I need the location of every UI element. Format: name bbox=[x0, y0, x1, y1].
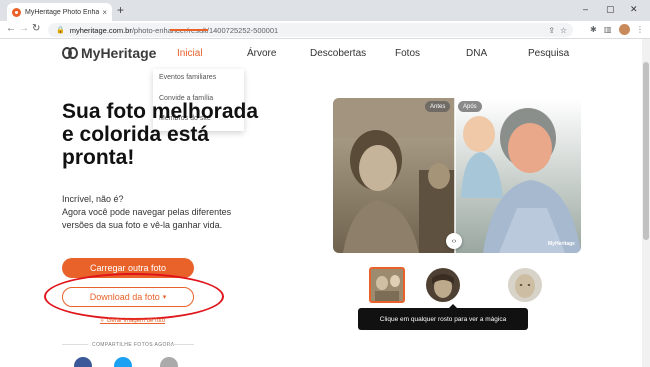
download-button-label: Download da foto bbox=[89, 292, 160, 302]
browser-tab-bar: MyHeritage Photo Enhancer, res × + – ▢ ✕ bbox=[0, 0, 650, 21]
extensions-puzzle-icon[interactable]: ✱ bbox=[590, 25, 597, 34]
full-photo-thumbnail-image bbox=[371, 269, 403, 301]
upload-another-photo-button[interactable]: Carregar outra foto bbox=[62, 258, 194, 278]
tab-title: MyHeritage Photo Enhancer, res bbox=[25, 8, 100, 16]
logo-text: MyHeritage bbox=[81, 45, 157, 61]
face-thumbnail-baby[interactable] bbox=[508, 268, 542, 302]
close-window-button[interactable]: ✕ bbox=[630, 4, 638, 15]
generate-image-link[interactable]: ⇩ Gerar imagem de foto bbox=[100, 317, 165, 324]
before-label: Antes bbox=[425, 101, 451, 112]
share-label: COMPARTILHE FOTOS AGORA bbox=[92, 342, 175, 348]
page-subtext: Incrível, não é? Agora você pode navegar… bbox=[62, 193, 262, 232]
forward-button[interactable]: → bbox=[19, 23, 29, 34]
page-scrollbar-thumb[interactable] bbox=[643, 62, 649, 240]
new-tab-button[interactable]: + bbox=[117, 3, 124, 17]
back-button[interactable]: ← bbox=[6, 23, 16, 34]
browser-menu-icon[interactable]: ⋮ bbox=[636, 25, 644, 34]
caret-down-icon: ▾ bbox=[162, 294, 167, 301]
site-header: MyHeritage Inicial Árvore Descobertas Fo… bbox=[0, 39, 650, 69]
maximize-button[interactable]: ▢ bbox=[606, 4, 615, 15]
menu-item-eventos[interactable]: Eventos familiares bbox=[159, 74, 216, 81]
browser-tab[interactable]: MyHeritage Photo Enhancer, res × bbox=[7, 3, 112, 21]
nav-arvore[interactable]: Árvore bbox=[247, 48, 276, 59]
myheritage-logo-icon bbox=[62, 46, 79, 60]
download-photo-button[interactable]: Download da foto ▾ bbox=[62, 287, 194, 307]
nav-descobertas[interactable]: Descobertas bbox=[310, 48, 366, 59]
lock-icon: 🔒 bbox=[56, 27, 65, 34]
address-toolbar: ← → ↻ 🔒 myheritage.com.br/photo-enhancer… bbox=[0, 21, 650, 39]
nav-dna[interactable]: DNA bbox=[466, 48, 487, 59]
photo-comparison-viewer[interactable] bbox=[333, 98, 581, 253]
url-domain: myheritage.com.br bbox=[69, 25, 132, 35]
face-tooltip: Clique em qualquer rosto para ver a mági… bbox=[358, 304, 528, 330]
myheritage-favicon-icon bbox=[12, 7, 21, 17]
nav-pesquisa[interactable]: Pesquisa bbox=[528, 48, 569, 59]
face-thumbnail-woman-image bbox=[426, 268, 460, 302]
after-label: Após bbox=[458, 101, 482, 112]
more-share-icon[interactable] bbox=[160, 357, 178, 367]
nav-fotos[interactable]: Fotos bbox=[395, 48, 420, 59]
subtext-line-2: Agora você pode navegar pelas diferentes… bbox=[62, 207, 232, 230]
face-thumbnail-baby-image bbox=[508, 268, 542, 302]
reload-button[interactable]: ↻ bbox=[32, 23, 40, 34]
facebook-share-icon[interactable] bbox=[74, 357, 92, 367]
myheritage-watermark: MyHeritage bbox=[548, 241, 575, 247]
side-panel-icon[interactable]: ▥ bbox=[604, 25, 612, 34]
full-photo-thumbnail[interactable] bbox=[369, 267, 405, 303]
subtext-line-1: Incrível, não é? bbox=[62, 194, 124, 204]
share-icon[interactable]: ⇪ bbox=[548, 26, 555, 35]
minimize-button[interactable]: – bbox=[583, 4, 588, 14]
nav-inicial[interactable]: Inicial bbox=[177, 48, 203, 59]
page-title: Sua foto melhorada e colorida está pront… bbox=[62, 100, 259, 169]
face-thumbnail-woman[interactable] bbox=[426, 268, 460, 302]
share-divider-left bbox=[62, 344, 88, 345]
active-nav-indicator bbox=[170, 29, 208, 31]
myheritage-logo[interactable]: MyHeritage bbox=[62, 45, 156, 61]
comparison-slider-handle[interactable]: ‹› bbox=[446, 233, 462, 249]
profile-avatar[interactable] bbox=[619, 24, 630, 35]
tab-close-icon[interactable]: × bbox=[102, 8, 107, 17]
comparison-image bbox=[333, 98, 581, 253]
url-bar[interactable]: 🔒 myheritage.com.br/photo-enhancer/resul… bbox=[48, 23, 573, 37]
bookmark-star-icon[interactable]: ☆ bbox=[560, 26, 567, 35]
share-divider-right bbox=[168, 344, 194, 345]
twitter-share-icon[interactable] bbox=[114, 357, 132, 367]
